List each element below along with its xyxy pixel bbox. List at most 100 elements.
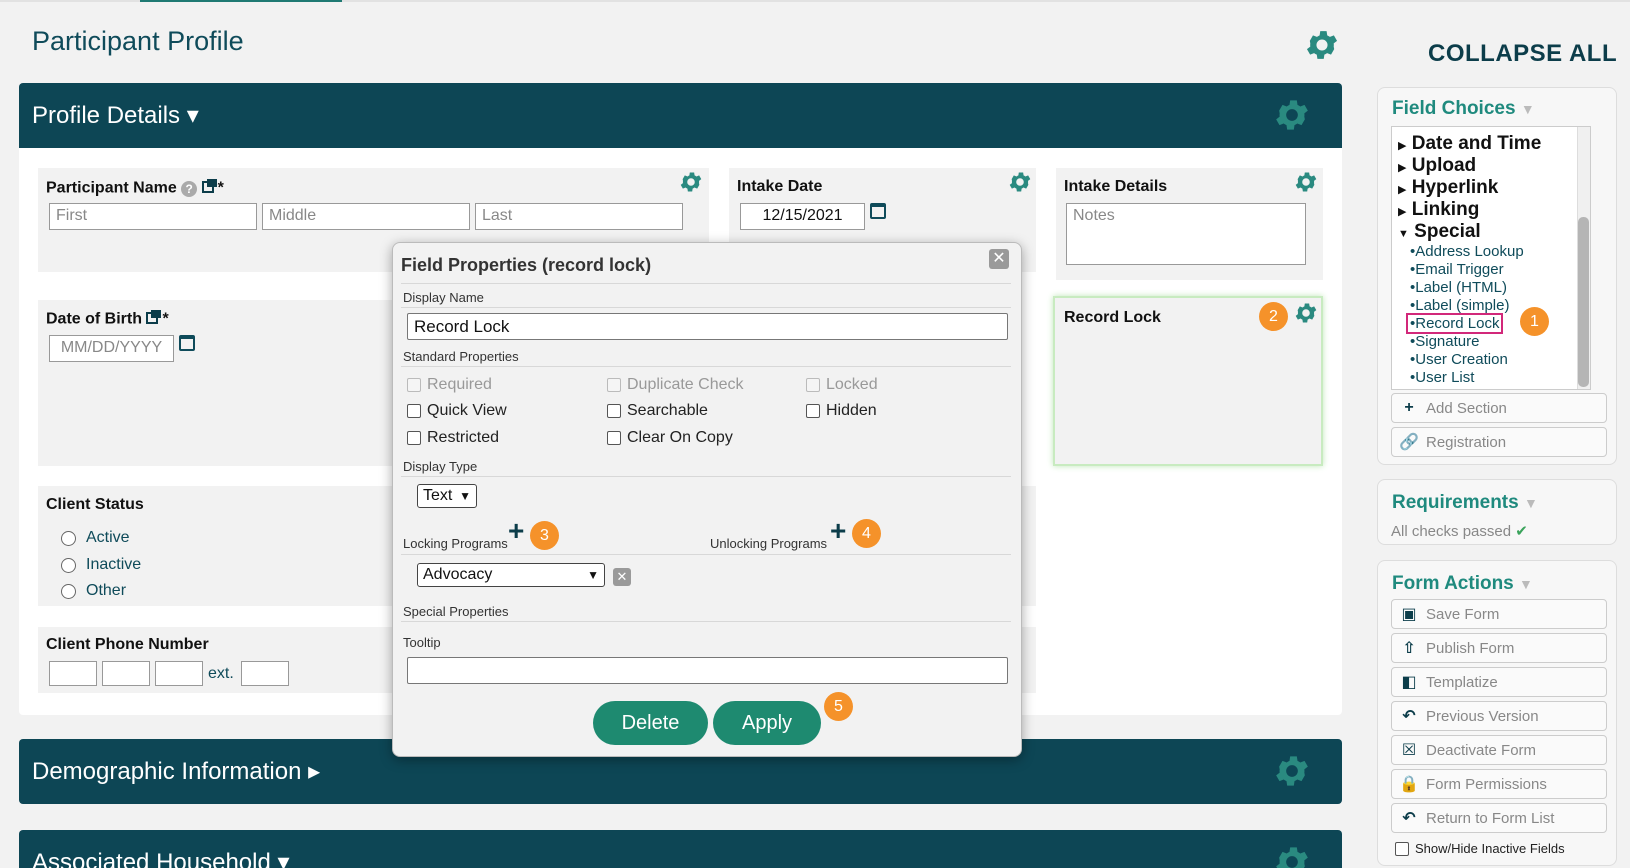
status-option-inactive[interactable]: Inactive	[61, 556, 141, 574]
profile-details-gear-icon[interactable]	[1272, 95, 1312, 135]
previous-version-button[interactable]: ↶ Previous Version	[1391, 701, 1607, 731]
tree-item-address-lookup[interactable]: •Address Lookup	[1410, 243, 1524, 260]
profile-details-title[interactable]: Profile Details ▾	[32, 101, 199, 130]
tree-item-email-trigger[interactable]: •Email Trigger	[1410, 261, 1504, 278]
locked-checkbox[interactable]: Locked	[806, 376, 878, 394]
checkbox-box[interactable]	[607, 404, 621, 418]
scrollbar-thumb[interactable]	[1578, 217, 1589, 387]
household-gear-icon[interactable]	[1272, 842, 1312, 868]
date-of-birth-input[interactable]: MM/DD/YYYY	[49, 335, 174, 362]
tree-category-special[interactable]: ▼ Special	[1398, 221, 1481, 243]
checkbox-box[interactable]	[806, 404, 820, 418]
tree-item-label-html[interactable]: •Label (HTML)	[1410, 279, 1507, 296]
searchable-checkbox[interactable]: Searchable	[607, 402, 708, 420]
checkbox-box[interactable]	[607, 378, 621, 392]
return-icon: ↶	[1402, 810, 1416, 827]
duplicate-check-checkbox[interactable]: Duplicate Check	[607, 376, 744, 394]
display-type-select[interactable]: Text ▼	[417, 484, 477, 508]
demographic-information-title[interactable]: Demographic Information ▸	[32, 757, 320, 786]
checkbox-box[interactable]	[1395, 841, 1409, 856]
add-section-button[interactable]: + Add Section	[1391, 393, 1607, 423]
record-lock-gear-icon[interactable]	[1293, 300, 1319, 326]
tree-category-upload[interactable]: ▶ Upload	[1398, 155, 1476, 177]
locking-program-select[interactable]: Advocacy ▼	[417, 563, 605, 587]
participant-name-gear-icon[interactable]	[678, 169, 704, 195]
return-to-form-list-button[interactable]: ↶ Return to Form List	[1391, 803, 1607, 833]
required-checkbox[interactable]: Required	[407, 376, 492, 394]
publish-form-button[interactable]: ⇧ Publish Form	[1391, 633, 1607, 663]
middle-name-input[interactable]: Middle	[262, 203, 470, 230]
copy-icon[interactable]	[146, 309, 162, 330]
phone-ext-input[interactable]	[241, 661, 289, 686]
intake-date-input[interactable]: 12/15/2021	[740, 203, 865, 230]
intake-date-gear-icon[interactable]	[1007, 169, 1033, 195]
add-unlocking-program-plus-icon[interactable]: +	[830, 517, 846, 545]
status-option-active[interactable]: Active	[61, 529, 130, 547]
intake-details-gear-icon[interactable]	[1293, 169, 1319, 195]
tooltip-label: Tooltip	[403, 635, 441, 650]
show-hide-inactive-checkbox[interactable]: Show/Hide Inactive Fields	[1395, 841, 1565, 856]
calendar-icon[interactable]	[870, 203, 886, 219]
deactivate-form-button[interactable]: ☒ Deactivate Form	[1391, 735, 1607, 765]
tree-item-user-list[interactable]: •User List	[1410, 369, 1474, 386]
field-choices-header[interactable]: Field Choices ▼	[1392, 98, 1535, 120]
quick-view-checkbox[interactable]: Quick View	[407, 402, 507, 420]
registration-button[interactable]: 🔗 Registration	[1391, 427, 1607, 457]
phone-line-input[interactable]	[155, 661, 203, 686]
checkbox-box[interactable]	[407, 404, 421, 418]
tooltip-textarea[interactable]	[407, 657, 1008, 684]
phone-prefix-input[interactable]	[102, 661, 150, 686]
locking-programs-label: Locking Programs	[403, 536, 508, 551]
requirements-card: Requirements ▼ All checks passed ✔	[1377, 479, 1617, 545]
form-actions-card: Form Actions ▼ ▣ Save Form ⇧ Publish Form …	[1377, 560, 1617, 866]
tree-category-date-and-time[interactable]: ▶ Date and Time	[1398, 133, 1541, 155]
last-name-input[interactable]: Last	[475, 203, 683, 230]
calendar-icon[interactable]	[179, 335, 195, 351]
tree-category-hyperlink[interactable]: ▶ Hyperlink	[1398, 177, 1498, 199]
save-form-button[interactable]: ▣ Save Form	[1391, 599, 1607, 629]
delete-button[interactable]: Delete	[593, 701, 708, 745]
client-status-label: Client Status	[46, 496, 144, 513]
field-properties-dialog: Field Properties (record lock) ✕ Display…	[392, 242, 1022, 757]
dialog-title: Field Properties (record lock)	[401, 255, 652, 275]
associated-household-title[interactable]: Associated Household ▾	[32, 848, 290, 868]
templatize-button[interactable]: ◧ Templatize	[1391, 667, 1607, 697]
phone-area-input[interactable]	[49, 661, 97, 686]
first-name-input[interactable]: First	[49, 203, 257, 230]
status-option-other[interactable]: Other	[61, 582, 126, 600]
tree-item-signature[interactable]: •Signature	[1410, 333, 1479, 350]
remove-program-icon[interactable]: ✕	[613, 568, 631, 586]
close-icon[interactable]: ✕	[989, 249, 1009, 269]
form-actions-header[interactable]: Form Actions ▼	[1392, 573, 1533, 595]
tree-category-linking[interactable]: ▶ Linking	[1398, 199, 1479, 221]
collapse-all-button[interactable]: COLLAPSE ALL	[1428, 40, 1617, 68]
tree-item-label-simple[interactable]: •Label (simple)	[1410, 297, 1509, 314]
checkbox-box[interactable]	[407, 431, 421, 445]
radio-button[interactable]	[61, 583, 76, 599]
tree-item-user-creation[interactable]: •User Creation	[1410, 351, 1508, 368]
copy-icon[interactable]	[201, 178, 218, 199]
associated-household-section[interactable]: Associated Household ▾	[19, 830, 1342, 868]
checkbox-box[interactable]	[407, 378, 421, 392]
hidden-checkbox[interactable]: Hidden	[806, 402, 877, 420]
restricted-checkbox[interactable]: Restricted	[407, 429, 499, 447]
help-icon[interactable]: ?	[181, 180, 198, 197]
display-name-input[interactable]: Record Lock	[407, 313, 1008, 340]
radio-button[interactable]	[61, 557, 76, 573]
form-permissions-button[interactable]: 🔒 Form Permissions	[1391, 769, 1607, 799]
demographic-gear-icon[interactable]	[1272, 751, 1312, 791]
tree-item-record-lock[interactable]: •Record Lock	[1406, 313, 1504, 334]
radio-button[interactable]	[61, 530, 76, 546]
tree-scrollbar[interactable]	[1577, 127, 1590, 389]
page-gear-icon[interactable]	[1303, 26, 1341, 64]
intake-notes-textarea[interactable]: Notes	[1066, 203, 1306, 265]
add-locking-program-plus-icon[interactable]: +	[508, 517, 524, 545]
intake-details-label: Intake Details	[1064, 178, 1168, 195]
checkbox-box[interactable]	[806, 378, 820, 392]
checkbox-box[interactable]	[607, 431, 621, 445]
apply-button[interactable]: Apply	[713, 701, 821, 745]
chevron-down-icon: ▼	[1523, 495, 1538, 511]
profile-details-header[interactable]: Profile Details ▾	[19, 83, 1342, 148]
requirements-header[interactable]: Requirements ▼	[1392, 492, 1538, 514]
clear-on-copy-checkbox[interactable]: Clear On Copy	[607, 429, 733, 447]
